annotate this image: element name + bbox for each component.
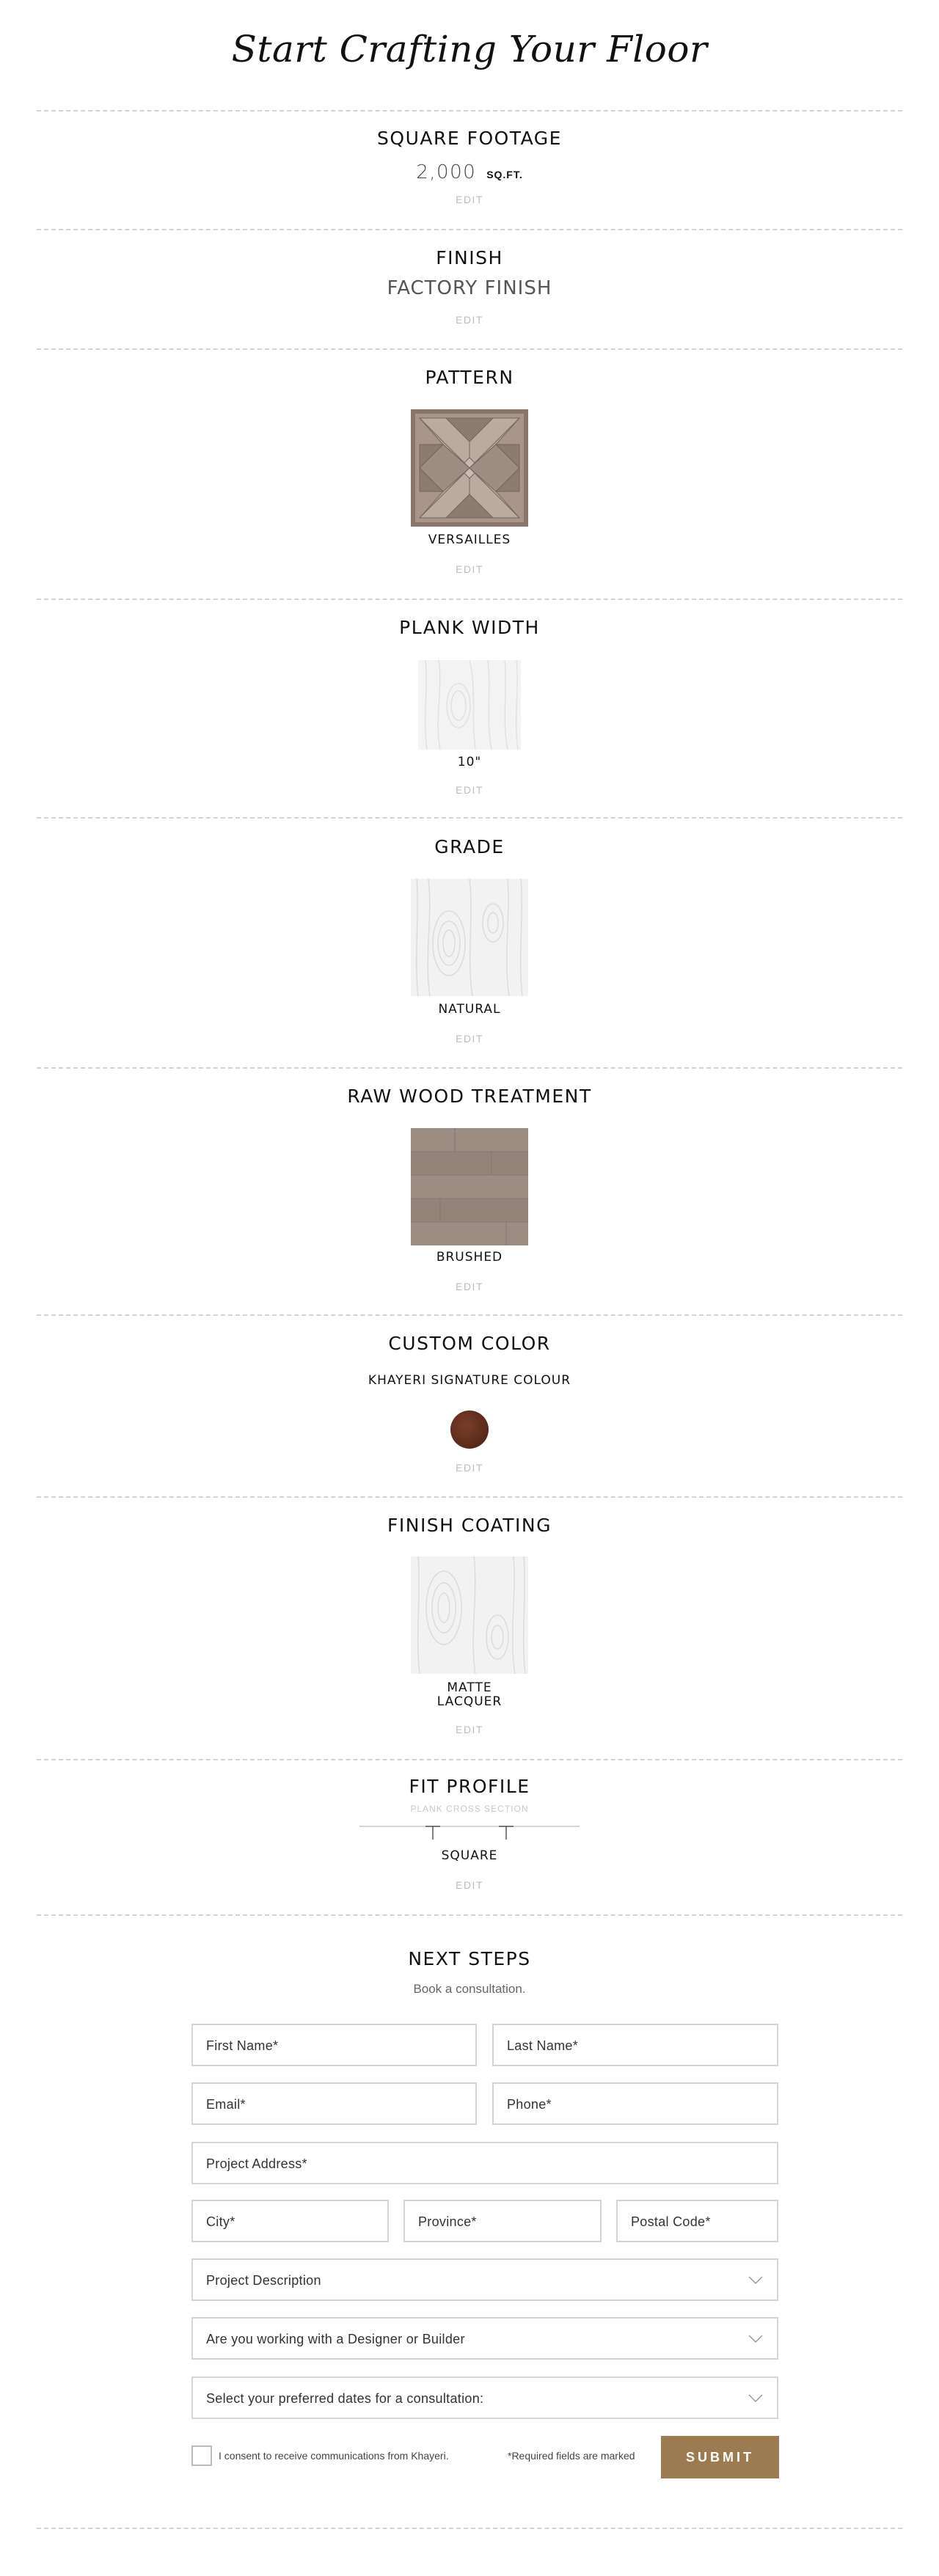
- province-field[interactable]: Province*: [403, 2200, 602, 2242]
- province-placeholder: Province*: [418, 2214, 477, 2229]
- project-description-label: Project Description: [206, 2273, 321, 2288]
- divider: [37, 1067, 902, 1069]
- chevron-down-icon: [748, 2276, 763, 2285]
- versailles-pattern-image: [411, 409, 528, 527]
- grade-label: NATURAL: [438, 1002, 501, 1017]
- brushed-wood-image: [411, 1128, 528, 1245]
- grade-image: [411, 878, 528, 997]
- plank-width-edit-link[interactable]: EDIT: [0, 784, 939, 796]
- pattern-edit-link[interactable]: EDIT: [0, 563, 939, 575]
- preferred-dates-label: Select your preferred dates for a consul…: [206, 2391, 484, 2406]
- divider: [37, 110, 902, 111]
- divider: [37, 1314, 902, 1316]
- fit-profile-subtitle: PLANK CROSS SECTION: [410, 1804, 529, 1814]
- finish-value: FACTORY FINISH: [387, 277, 552, 299]
- raw-wood-treatment-title: RAW WOOD TREATMENT: [347, 1086, 592, 1107]
- consent-checkbox[interactable]: [191, 2445, 212, 2466]
- next-steps-title: NEXT STEPS: [408, 1948, 531, 1969]
- chevron-down-icon: [748, 2394, 763, 2403]
- divider: [37, 229, 902, 230]
- designer-builder-label: Are you working with a Designer or Build…: [206, 2332, 465, 2346]
- finish-coating-image: [411, 1556, 528, 1675]
- email-placeholder: Email*: [206, 2097, 246, 2112]
- fit-profile-label: SQUARE: [441, 1848, 498, 1863]
- finish-edit-link[interactable]: EDIT: [0, 314, 939, 326]
- email-field[interactable]: Email*: [191, 2082, 477, 2125]
- finish-coating-edit-link[interactable]: EDIT: [0, 1724, 939, 1735]
- last-name-field[interactable]: Last Name*: [492, 2024, 778, 2066]
- pattern-title: PATTERN: [425, 367, 514, 388]
- divider: [37, 599, 902, 600]
- custom-color-title: CUSTOM COLOR: [388, 1333, 551, 1354]
- first-name-placeholder: First Name*: [206, 2038, 279, 2053]
- color-swatch[interactable]: [450, 1410, 489, 1449]
- last-name-placeholder: Last Name*: [507, 2038, 579, 2053]
- project-description-select[interactable]: Project Description: [191, 2258, 778, 2301]
- divider: [37, 1914, 902, 1916]
- divider: [37, 1759, 902, 1760]
- first-name-field[interactable]: First Name*: [191, 2024, 477, 2066]
- phone-placeholder: Phone*: [507, 2097, 552, 2112]
- consent-label: I consent to receive communications from…: [219, 2450, 449, 2462]
- pattern-label: VERSAILLES: [428, 533, 511, 547]
- plank-width-image: [418, 659, 521, 750]
- chevron-down-icon: [748, 2335, 763, 2343]
- grade-edit-link[interactable]: EDIT: [0, 1033, 939, 1044]
- fit-profile-title: FIT PROFILE: [409, 1776, 530, 1797]
- fit-profile-edit-link[interactable]: EDIT: [0, 1879, 939, 1891]
- square-footage-number: 2,000: [416, 161, 477, 183]
- custom-color-label: KHAYERI SIGNATURE COLOUR: [368, 1373, 571, 1388]
- preferred-dates-select[interactable]: Select your preferred dates for a consul…: [191, 2376, 778, 2419]
- grade-title: GRADE: [434, 836, 505, 857]
- designer-builder-select[interactable]: Are you working with a Designer or Build…: [191, 2317, 778, 2360]
- required-fields-note: *Required fields are marked: [508, 2450, 635, 2462]
- city-field[interactable]: City*: [191, 2200, 389, 2242]
- phone-field[interactable]: Phone*: [492, 2082, 778, 2125]
- finish-coating-label-line2: LACQUER: [436, 1694, 503, 1709]
- plank-width-title: PLANK WIDTH: [399, 617, 540, 638]
- divider: [37, 2528, 902, 2529]
- postal-code-field[interactable]: Postal Code*: [616, 2200, 778, 2242]
- square-footage-title: SQUARE FOOTAGE: [377, 128, 562, 149]
- square-footage-value: 2,000 SQ.FT.: [0, 161, 939, 183]
- project-address-placeholder: Project Address*: [206, 2156, 307, 2171]
- raw-wood-treatment-edit-link[interactable]: EDIT: [0, 1281, 939, 1292]
- finish-coating-title: FINISH COATING: [387, 1515, 552, 1536]
- next-steps-subtitle: Book a consultation.: [413, 1982, 526, 1996]
- plank-width-label: 10": [457, 755, 482, 769]
- custom-color-edit-link[interactable]: EDIT: [0, 1462, 939, 1474]
- city-placeholder: City*: [206, 2214, 235, 2229]
- postal-code-placeholder: Postal Code*: [631, 2214, 711, 2229]
- finish-coating-label-line1: MATTE: [447, 1680, 492, 1695]
- page-title: Start Crafting Your Floor: [231, 28, 708, 70]
- square-footage-edit-link[interactable]: EDIT: [0, 194, 939, 205]
- submit-button[interactable]: SUBMIT: [661, 2436, 779, 2478]
- plank-cross-section-diagram: [359, 1823, 580, 1841]
- divider: [37, 817, 902, 819]
- project-address-field[interactable]: Project Address*: [191, 2142, 778, 2184]
- finish-title: FINISH: [436, 247, 503, 268]
- square-footage-unit: SQ.FT.: [486, 169, 523, 180]
- divider: [37, 1496, 902, 1498]
- raw-wood-treatment-label: BRUSHED: [436, 1250, 503, 1265]
- divider: [37, 348, 902, 350]
